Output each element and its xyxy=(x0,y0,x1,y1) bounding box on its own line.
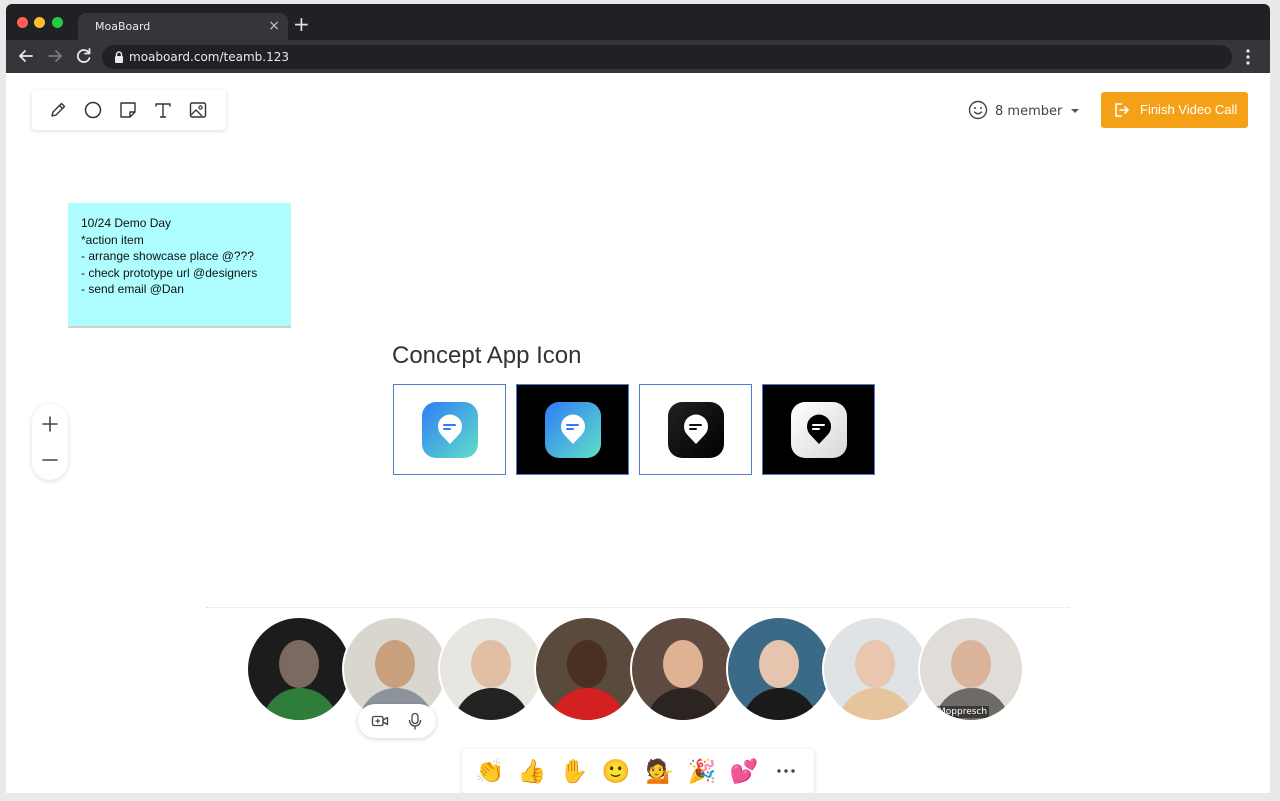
participant-body xyxy=(838,688,914,720)
smile-emoji[interactable]: 🙂 xyxy=(601,757,631,787)
finish-video-call-button[interactable]: Finish Video Call xyxy=(1101,92,1248,128)
participant-video[interactable]: Moppresch xyxy=(918,616,1024,722)
party-emoji[interactable]: 🎉 xyxy=(687,757,717,787)
reload-icon[interactable] xyxy=(73,45,95,67)
chevron-down-icon xyxy=(1071,109,1079,113)
app-icon-blue xyxy=(422,402,478,458)
app-icon-frame[interactable] xyxy=(639,384,752,475)
members-label: 8 member xyxy=(995,104,1063,119)
thumbs-up-emoji[interactable]: 👍 xyxy=(517,757,547,787)
circle-icon[interactable] xyxy=(83,100,103,120)
participant-face xyxy=(855,640,895,688)
tab-close-icon[interactable]: × xyxy=(268,17,280,35)
participant-face xyxy=(951,640,991,688)
smiley-icon xyxy=(968,100,988,120)
tab-title: MoaBoard xyxy=(95,20,151,33)
participant-face xyxy=(375,640,415,688)
hearts-emoji[interactable]: 💕 xyxy=(729,757,759,787)
more-icon[interactable] xyxy=(774,761,798,781)
sticky-note-line: 10/24 Demo Day xyxy=(81,216,172,230)
image-icon[interactable] xyxy=(188,100,208,120)
close-window-button[interactable] xyxy=(17,17,28,28)
sticky-note-line: - send email @Dan xyxy=(81,282,184,297)
participant-body xyxy=(262,688,338,720)
participant-face xyxy=(759,640,799,688)
app-icon-blue-dark xyxy=(545,402,601,458)
browser-titlebar: MoaBoard × + xyxy=(6,4,1270,40)
text-icon[interactable] xyxy=(153,100,173,120)
browser-window: MoaBoard × + moaboard.com/teamb.123 8 me… xyxy=(6,4,1270,793)
participant-video[interactable] xyxy=(822,616,928,722)
maximize-window-button[interactable] xyxy=(52,17,63,28)
camera-icon[interactable] xyxy=(371,712,389,730)
participant-video[interactable] xyxy=(534,616,640,722)
participant-video[interactable] xyxy=(438,616,544,722)
chat-pin-icon xyxy=(684,414,708,444)
app-icon-frame[interactable] xyxy=(516,384,629,475)
new-tab-button[interactable]: + xyxy=(293,14,310,34)
participant-body xyxy=(646,688,722,720)
participant-face xyxy=(567,640,607,688)
browser-toolbar: moaboard.com/teamb.123 xyxy=(6,40,1270,73)
address-bar[interactable]: moaboard.com/teamb.123 xyxy=(102,45,1232,69)
chat-pin-icon xyxy=(807,414,831,444)
zoom-controls xyxy=(32,404,68,480)
chat-pin-icon xyxy=(438,414,462,444)
microphone-icon[interactable] xyxy=(406,712,424,730)
app-icon-black xyxy=(668,402,724,458)
participant-face xyxy=(279,640,319,688)
participant-video[interactable] xyxy=(630,616,736,722)
participant-video[interactable] xyxy=(246,616,352,722)
section-title: Concept App Icon xyxy=(392,342,582,369)
browser-tab[interactable]: MoaBoard × xyxy=(78,13,288,40)
app-icon-frame[interactable] xyxy=(762,384,875,475)
app-icon-frame[interactable] xyxy=(393,384,506,475)
browser-menu-icon[interactable] xyxy=(1240,47,1256,67)
back-icon[interactable] xyxy=(15,45,37,67)
sticky-note-icon[interactable] xyxy=(118,100,138,120)
finish-video-call-label: Finish Video Call xyxy=(1140,102,1238,117)
app-icon-white xyxy=(791,402,847,458)
participant-body xyxy=(550,688,626,720)
person-emoji[interactable]: 💁 xyxy=(645,757,675,787)
clap-emoji[interactable]: 👏 xyxy=(475,757,505,787)
participant-face xyxy=(663,640,703,688)
chat-pin-icon xyxy=(561,414,585,444)
participant-video[interactable] xyxy=(726,616,832,722)
zoom-in-icon[interactable] xyxy=(32,406,68,442)
reactions-bar: 👏 👍 ✋ 🙂 💁 🎉 💕 xyxy=(462,749,814,793)
zoom-out-icon[interactable] xyxy=(32,442,68,478)
forward-icon[interactable] xyxy=(44,45,66,67)
sticky-note-line: - arrange showcase place @??? xyxy=(81,249,254,264)
raised-hand-emoji[interactable]: ✋ xyxy=(559,757,589,787)
participant-body xyxy=(454,688,530,720)
media-controls xyxy=(358,704,436,738)
minimize-window-button[interactable] xyxy=(34,17,45,28)
sticky-note[interactable]: 10/24 Demo Day *action item - arrange sh… xyxy=(68,203,291,328)
sticky-note-line: - check prototype url @designers xyxy=(81,265,258,280)
divider xyxy=(206,607,1070,608)
lock-icon xyxy=(115,51,123,63)
url-text: moaboard.com/teamb.123 xyxy=(129,50,289,64)
sticky-note-line: *action item xyxy=(81,232,144,247)
participant-face xyxy=(471,640,511,688)
pencil-icon[interactable] xyxy=(48,100,68,120)
participant-body xyxy=(742,688,818,720)
drawing-toolbar xyxy=(32,90,226,130)
participant-name-tag: Moppresch xyxy=(936,706,990,718)
exit-icon xyxy=(1115,103,1129,117)
